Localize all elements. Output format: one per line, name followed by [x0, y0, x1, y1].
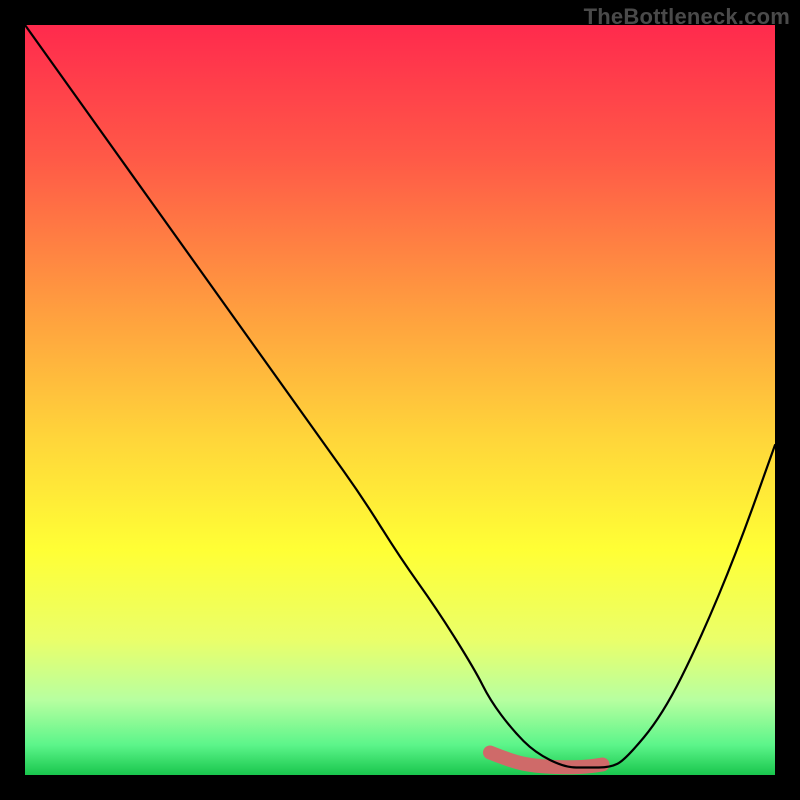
chart-frame: TheBottleneck.com — [0, 0, 800, 800]
chart-svg — [25, 25, 775, 775]
plot-area — [25, 25, 775, 775]
optimal-zone-end-dot — [597, 759, 609, 771]
watermark-text: TheBottleneck.com — [584, 4, 790, 30]
gradient-background — [25, 25, 775, 775]
